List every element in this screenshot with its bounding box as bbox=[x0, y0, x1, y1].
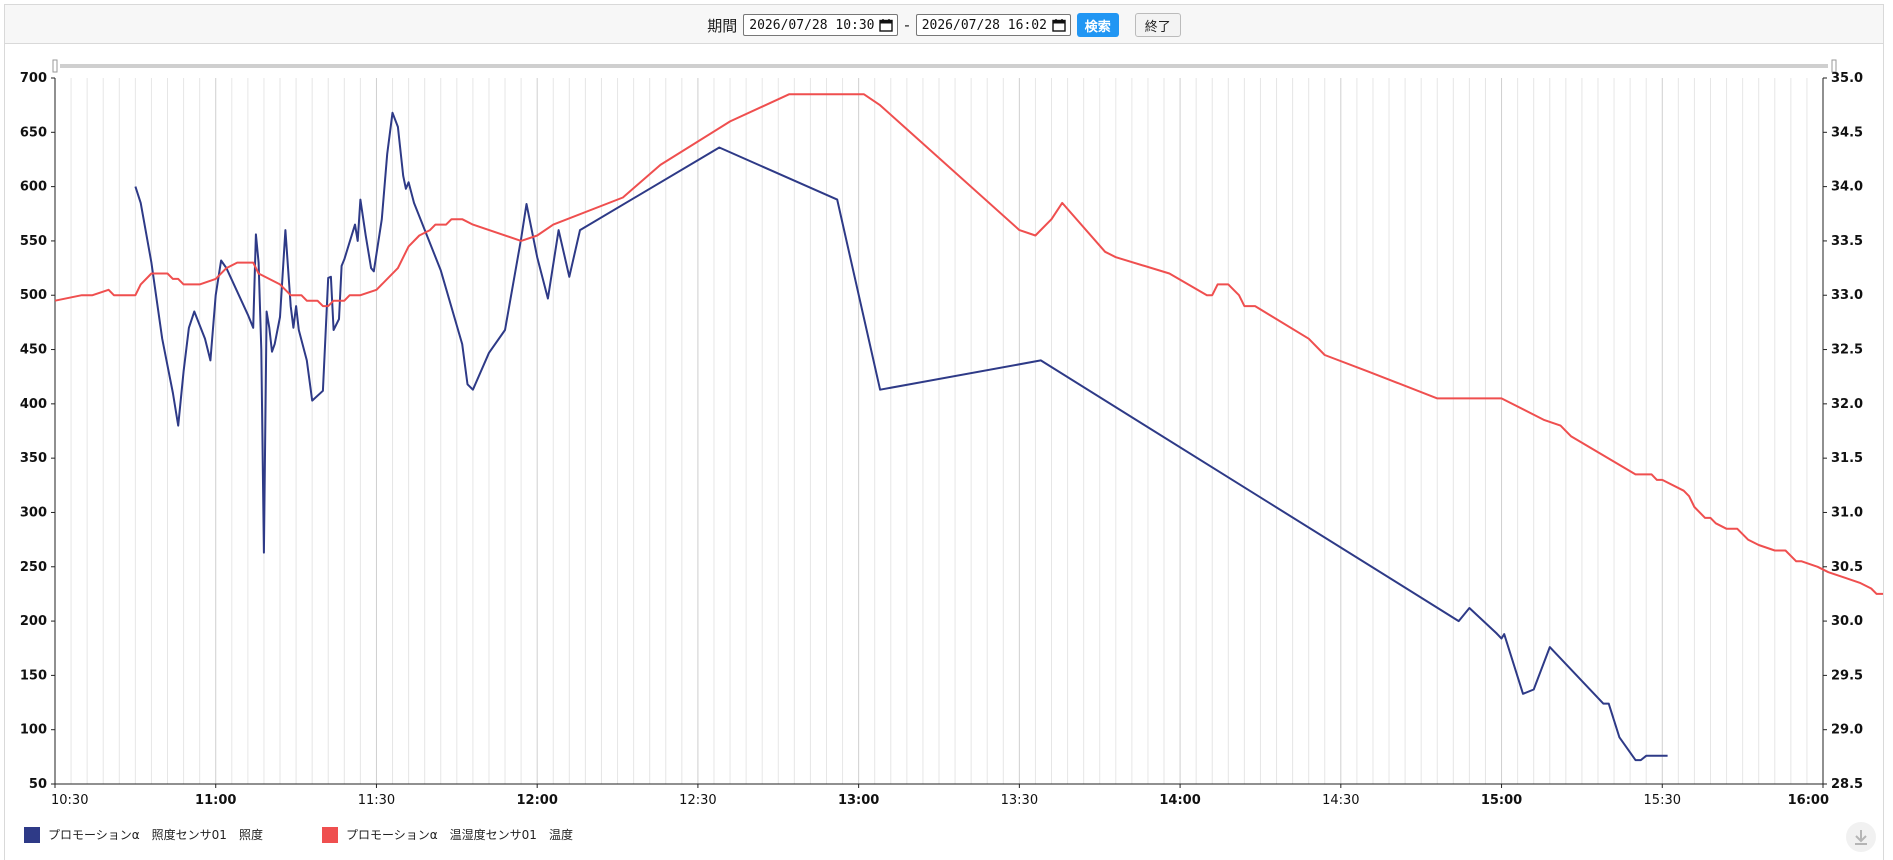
x-tick-label: 14:30 bbox=[1322, 793, 1359, 808]
y-right-tick-label: 29.5 bbox=[1831, 668, 1863, 683]
x-tick-label: 13:00 bbox=[838, 793, 879, 808]
y-left-tick-label: 500 bbox=[20, 288, 47, 303]
calendar-icon[interactable] bbox=[879, 18, 893, 32]
series-lines bbox=[54, 93, 1883, 762]
y-right-tick-label: 35.0 bbox=[1831, 71, 1863, 86]
y-right-tick-label: 32.0 bbox=[1831, 397, 1863, 412]
legend-label: プロモーションα 照度センサ01 照度 bbox=[48, 828, 263, 842]
grid-lines bbox=[54, 78, 1824, 784]
legend-item-temperature[interactable]: プロモーションα 温湿度センサ01 温度 bbox=[322, 826, 573, 843]
y-left-tick-label: 400 bbox=[20, 397, 47, 412]
y-left-tick-label: 300 bbox=[20, 505, 47, 520]
x-tick-label: 11:00 bbox=[195, 793, 236, 808]
y-right-tick-label: 34.0 bbox=[1831, 180, 1863, 195]
end-datetime-input[interactable]: 2026/07/28 16:02 bbox=[915, 14, 1071, 36]
x-tick-label: 14:00 bbox=[1159, 793, 1200, 808]
x-tick-label: 15:00 bbox=[1481, 793, 1522, 808]
x-tick-label: 10:30 bbox=[51, 793, 88, 808]
legend-swatch bbox=[322, 826, 338, 843]
y-right-tick-label: 33.5 bbox=[1831, 234, 1863, 249]
y-right-tick-label: 30.5 bbox=[1831, 560, 1863, 575]
x-tick-label: 12:30 bbox=[679, 793, 716, 808]
y-left-tick-label: 650 bbox=[20, 125, 47, 140]
range-slider[interactable] bbox=[52, 59, 1837, 73]
line-chart: 50 100 150 200 250 300 350 400 450 500 550 600 650 70… bbox=[20, 59, 1883, 808]
y-left-tick-label: 150 bbox=[20, 668, 47, 683]
y-right-tick-label: 28.5 bbox=[1831, 777, 1863, 792]
start-datetime-value: 2026/07/28 10:30 bbox=[749, 17, 875, 33]
y-left-tick-label: 50 bbox=[29, 777, 47, 792]
y-left-tick-label: 600 bbox=[20, 180, 47, 195]
y-left-tick-label: 450 bbox=[20, 343, 47, 358]
series-line-temperature bbox=[54, 93, 1883, 595]
period-label: 期間 bbox=[707, 16, 738, 35]
y-right-tick-label: 31.0 bbox=[1831, 505, 1863, 520]
y-right-tick-label: 34.5 bbox=[1831, 125, 1863, 140]
y-right-tick-label: 33.0 bbox=[1831, 288, 1863, 303]
series-line-illuminance bbox=[134, 111, 1668, 762]
range-slider-track[interactable] bbox=[60, 64, 1828, 68]
toolbar: 期間 2026/07/28 10:30 - 2026/07/28 16:02 検… bbox=[4, 4, 1884, 44]
period-separator: - bbox=[904, 16, 910, 34]
range-slider-left-handle[interactable] bbox=[52, 59, 58, 73]
y-right-tick-label: 29.0 bbox=[1831, 723, 1863, 738]
y-left-tick-label: 700 bbox=[20, 71, 47, 86]
download-icon bbox=[1855, 830, 1867, 845]
download-button[interactable] bbox=[1846, 822, 1876, 852]
legend-swatch bbox=[24, 826, 40, 843]
y-right-tick-label: 30.0 bbox=[1831, 614, 1863, 629]
y-right-tick-label: 32.5 bbox=[1831, 343, 1863, 358]
chart-panel: 50 100 150 200 250 300 350 400 450 500 550 600 650 70… bbox=[4, 44, 1884, 860]
end-button[interactable]: 終了 bbox=[1134, 13, 1181, 37]
end-datetime-value: 2026/07/28 16:02 bbox=[921, 17, 1047, 33]
calendar-icon[interactable] bbox=[1052, 18, 1066, 32]
y-left-tick-label: 550 bbox=[20, 234, 47, 249]
x-tick-label: 16:00 bbox=[1788, 793, 1829, 808]
y-left-tick-label: 100 bbox=[20, 723, 47, 738]
legend-item-illuminance[interactable]: プロモーションα 照度センサ01 照度 bbox=[24, 826, 263, 843]
y-left-tick-label: 350 bbox=[20, 451, 47, 466]
period-controls: 期間 2026/07/28 10:30 - 2026/07/28 16:02 検… bbox=[5, 12, 1883, 38]
legend-label: プロモーションα 温湿度センサ01 温度 bbox=[346, 828, 573, 842]
y-left-tick-label: 250 bbox=[20, 560, 47, 575]
x-tick-label: 15:30 bbox=[1644, 793, 1681, 808]
x-tick-label: 11:30 bbox=[358, 793, 395, 808]
x-tick-label: 12:00 bbox=[516, 793, 557, 808]
start-datetime-input[interactable]: 2026/07/28 10:30 bbox=[743, 14, 899, 36]
x-tick-label: 13:30 bbox=[1001, 793, 1038, 808]
y-right-tick-label: 31.5 bbox=[1831, 451, 1863, 466]
search-button[interactable]: 検索 bbox=[1076, 13, 1119, 37]
y-left-tick-label: 200 bbox=[20, 614, 47, 629]
